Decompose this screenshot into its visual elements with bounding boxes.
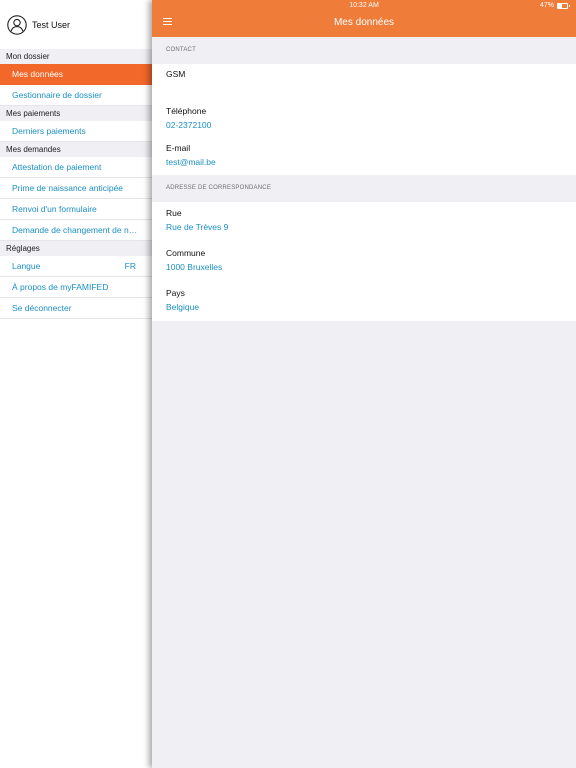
sidebar-item-derniers-paiements[interactable]: Derniers paiements: [0, 121, 152, 142]
phone-field[interactable]: Téléphone 02-2372100: [152, 106, 211, 130]
country-value: Belgique: [166, 302, 200, 312]
main-panel: 10:32 AM 47% Mes données CONTACT GSM Tél…: [152, 0, 576, 768]
email-field[interactable]: E-mail test@mail.be: [152, 143, 216, 167]
sidebar-item-langue-label: Langue: [12, 261, 41, 271]
sidebar: Test User Mon dossier Mes données Gestio…: [0, 0, 152, 768]
user-avatar-icon: [7, 14, 27, 35]
status-battery: 47%: [539, 2, 570, 9]
country-field[interactable]: Pays Belgique: [152, 288, 199, 312]
battery-percent: 47%: [539, 2, 554, 9]
section-header-mon-dossier: Mon dossier: [0, 49, 152, 64]
language-value: FR: [124, 261, 136, 271]
sidebar-item-renvoi-formulaire[interactable]: Renvoi d'un formulaire: [0, 199, 152, 220]
street-label: Rue: [166, 208, 182, 218]
address-section-header: ADRESSE DE CORRESPONDANCE: [166, 185, 272, 191]
gsm-label: GSM: [166, 69, 186, 79]
navigation-bar: 10:32 AM 47% Mes données: [152, 0, 576, 37]
sidebar-item-mes-donnees[interactable]: Mes données: [0, 64, 152, 85]
city-label: Commune: [166, 248, 206, 258]
battery-icon: [557, 2, 570, 9]
user-name: Test User: [32, 19, 71, 30]
address-group: Rue Rue de Trèves 9 Commune 1000 Bruxell…: [152, 202, 576, 321]
phone-label: Téléphone: [166, 106, 207, 116]
city-field[interactable]: Commune 1000 Bruxelles: [152, 248, 222, 272]
section-header-mes-paiements: Mes paiements: [0, 106, 152, 121]
sidebar-item-prime-de-naissance[interactable]: Prime de naissance anticipée: [0, 178, 152, 199]
city-value: 1000 Bruxelles: [166, 262, 223, 272]
status-time: 10:32 AM: [349, 2, 379, 9]
sidebar-item-attestation-de-paiement[interactable]: Attestation de paiement: [0, 157, 152, 178]
sidebar-item-se-deconnecter[interactable]: Se déconnecter: [0, 298, 152, 319]
contact-group: GSM Téléphone 02-2372100 E-mail test@mai…: [152, 64, 576, 175]
street-field[interactable]: Rue Rue de Trèves 9: [152, 208, 228, 232]
country-label: Pays: [166, 288, 185, 298]
sidebar-item-demande-changement[interactable]: Demande de changement de nu...: [0, 220, 152, 241]
section-header-mes-demandes: Mes demandes: [0, 142, 152, 157]
phone-value: 02-2372100: [166, 120, 212, 130]
email-value: test@mail.be: [166, 157, 216, 167]
email-label: E-mail: [166, 143, 191, 153]
street-value: Rue de Trèves 9: [166, 222, 229, 232]
sidebar-item-gestionnaire-de-dossier[interactable]: Gestionnaire de dossier: [0, 85, 152, 106]
user-profile[interactable]: Test User: [0, 0, 152, 49]
contact-section-header: CONTACT: [166, 47, 196, 53]
sidebar-item-langue[interactable]: Langue FR: [0, 256, 152, 277]
gsm-field[interactable]: GSM: [152, 69, 185, 79]
section-header-reglages: Réglages: [0, 241, 152, 256]
page-title: Mes données: [333, 17, 395, 28]
sidebar-item-a-propos[interactable]: À propos de myFAMIFED: [0, 277, 152, 298]
